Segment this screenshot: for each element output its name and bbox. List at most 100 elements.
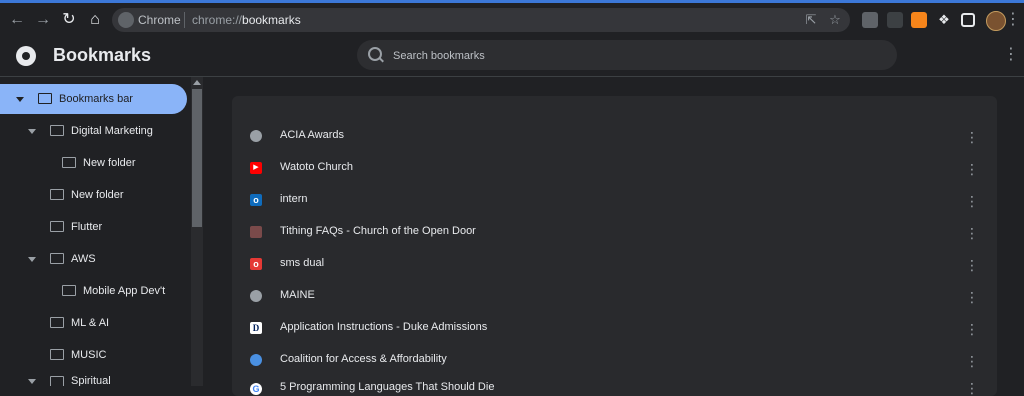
more-actions-icon[interactable]: ⋮ (965, 160, 979, 178)
tree-item-label: Mobile App Dev't (83, 285, 166, 297)
back-arrow-icon[interactable]: ← (6, 9, 28, 31)
more-actions-icon[interactable]: ⋮ (965, 224, 979, 242)
bookmark-title: Application Instructions - Duke Admissio… (280, 321, 488, 333)
bookmark-title: ACIA Awards (280, 129, 344, 141)
bookmark-row[interactable]: o intern ⋮ (232, 185, 997, 217)
bookmarks-logo-icon (16, 46, 36, 66)
tree-item-label: Spiritual (71, 375, 111, 386)
bookmark-row[interactable]: Coalition for Access & Affordability ⋮ (232, 345, 997, 377)
tree-item-new-folder[interactable]: New folder (0, 180, 187, 210)
sidebar-scrollbar[interactable] (191, 77, 203, 386)
bookmark-row[interactable]: ACIA Awards ⋮ (232, 121, 997, 153)
bookmark-list-card: ACIA Awards ⋮ ▶ Watoto Church ⋮ o intern… (232, 96, 997, 396)
scroll-up-arrow-icon[interactable] (193, 80, 201, 85)
omnibox-divider (184, 12, 185, 28)
tree-item-label: Bookmarks bar (59, 93, 133, 105)
bookmark-row[interactable]: o sms dual ⋮ (232, 249, 997, 281)
more-actions-icon[interactable]: ⋮ (965, 288, 979, 306)
star-icon[interactable]: ☆ (826, 11, 844, 29)
url-host: bookmarks (242, 13, 301, 27)
tree-item-flutter[interactable]: Flutter (0, 212, 187, 242)
bookmark-row[interactable]: D Application Instructions - Duke Admiss… (232, 313, 997, 345)
browser-menu-icon[interactable]: ⋮ (1004, 11, 1022, 29)
url-prefix: chrome:// (192, 13, 243, 27)
browser-toolbar: ← → ↻ ⌂ Chrome chrome://bookmarks ⇱ ☆ ❖ … (0, 0, 1024, 36)
globe-icon (250, 130, 262, 142)
more-actions-icon[interactable]: ⋮ (965, 128, 979, 146)
url-text[interactable]: chrome://bookmarks (192, 13, 301, 27)
chrome-site-icon[interactable] (118, 12, 134, 28)
google-icon: G (250, 383, 262, 395)
bookmark-row[interactable]: MAINE ⋮ (232, 281, 997, 313)
tree-item-label: AWS (71, 253, 96, 265)
more-actions-icon[interactable]: ⋮ (965, 352, 979, 370)
tree-item-new-folder-nested[interactable]: New folder (0, 148, 187, 178)
tree-item-label: Digital Marketing (71, 125, 153, 137)
collapse-arrow-icon[interactable] (28, 379, 36, 384)
more-actions-icon[interactable]: ⋮ (965, 192, 979, 210)
folder-icon (50, 221, 64, 232)
tree-item-aws[interactable]: AWS (0, 244, 187, 274)
forward-arrow-icon[interactable]: → (32, 9, 54, 31)
reload-icon[interactable]: ↻ (58, 9, 80, 31)
globe-icon (250, 290, 262, 302)
bookmark-title: MAINE (280, 289, 315, 301)
collapse-arrow-icon[interactable] (28, 257, 36, 262)
bookmark-list-area: ACIA Awards ⋮ ▶ Watoto Church ⋮ o intern… (204, 77, 1024, 396)
puzzle-extensions-icon[interactable]: ❖ (936, 12, 952, 28)
folder-icon (50, 376, 64, 386)
youtube-icon: ▶ (250, 162, 262, 174)
bookmark-title: Coalition for Access & Affordability (280, 353, 447, 365)
folder-icon (50, 349, 64, 360)
search-icon (368, 47, 382, 61)
omnibox-chip: Chrome (138, 13, 181, 27)
folder-icon (62, 285, 76, 296)
tree-item-spiritual[interactable]: Spiritual (0, 372, 187, 386)
tree-item-label: ML & AI (71, 317, 110, 329)
folder-icon (62, 157, 76, 168)
coalition-icon (250, 354, 262, 366)
search-input[interactable] (391, 40, 885, 72)
bookmark-row[interactable]: G 5 Programming Languages That Should Di… (232, 377, 997, 396)
address-bar[interactable]: Chrome chrome://bookmarks ⇱ ☆ (112, 8, 850, 32)
bookmark-title: Watoto Church (280, 161, 353, 173)
metamask-fox-icon[interactable] (911, 12, 927, 28)
tree-item-music[interactable]: MUSIC (0, 340, 187, 370)
side-panel-icon[interactable] (961, 13, 975, 27)
tree-item-label: New folder (83, 157, 136, 169)
bookmark-title: Tithing FAQs - Church of the Open Door (280, 225, 476, 237)
profile-avatar[interactable] (986, 11, 1006, 31)
extension-icon[interactable] (887, 12, 903, 28)
share-icon[interactable]: ⇱ (802, 11, 820, 29)
search-box[interactable] (357, 40, 897, 72)
page-title: Bookmarks (53, 45, 152, 65)
opera-icon: o (250, 258, 262, 270)
home-icon[interactable]: ⌂ (84, 9, 106, 31)
duke-icon: D (250, 322, 262, 334)
tree-item-bookmarks-bar[interactable]: Bookmarks bar (0, 84, 187, 114)
outlook-icon: o (250, 194, 262, 206)
church-icon (250, 226, 262, 238)
folder-icon (50, 189, 64, 200)
collapse-arrow-icon[interactable] (16, 97, 24, 102)
organize-menu-icon[interactable]: ⋮ (1002, 46, 1020, 64)
more-actions-icon[interactable]: ⋮ (965, 320, 979, 338)
bookmark-title: intern (280, 193, 308, 205)
more-actions-icon[interactable]: ⋮ (965, 379, 979, 396)
folder-icon (50, 125, 64, 136)
tree-item-label: New folder (71, 189, 124, 201)
folder-icon (50, 317, 64, 328)
bookmark-title: sms dual (280, 257, 325, 269)
collapse-arrow-icon[interactable] (28, 129, 36, 134)
tree-item-digital-marketing[interactable]: Digital Marketing (0, 116, 187, 146)
folder-icon (38, 93, 52, 104)
tree-item-ml-ai[interactable]: ML & AI (0, 308, 187, 338)
folder-icon (50, 253, 64, 264)
tree-item-mobile-app-dev[interactable]: Mobile App Dev't (0, 276, 187, 306)
tree-item-label: Flutter (71, 221, 103, 233)
more-actions-icon[interactable]: ⋮ (965, 256, 979, 274)
bookmark-row[interactable]: ▶ Watoto Church ⋮ (232, 153, 997, 185)
bookmark-row[interactable]: Tithing FAQs - Church of the Open Door ⋮ (232, 217, 997, 249)
scrollbar-thumb[interactable] (192, 89, 202, 227)
shield-extension-icon[interactable] (862, 12, 878, 28)
